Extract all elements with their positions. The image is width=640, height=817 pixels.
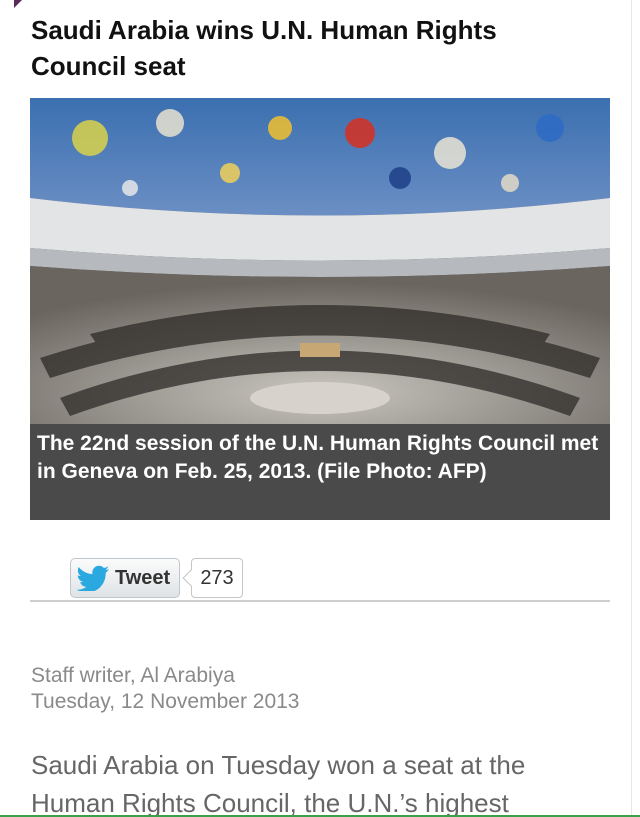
share-divider: [30, 600, 610, 602]
twitter-bird-icon: [77, 565, 109, 591]
byline-author: Staff writer, Al Arabiya: [31, 664, 235, 687]
share-row: Tweet 273: [70, 558, 243, 598]
corner-marker: [14, 0, 22, 8]
article-body: Saudi Arabia on Tuesday won a seat at th…: [31, 750, 526, 817]
photo-caption: The 22nd session of the U.N. Human Right…: [30, 424, 610, 520]
article-headline: Saudi Arabia wins U.N. Human Rights Coun…: [31, 15, 497, 81]
tweet-label: Tweet: [115, 566, 171, 589]
article-photo: [30, 98, 610, 424]
page-edge-rule: [631, 0, 632, 817]
byline: Staff writer, Al Arabiya Tuesday, 12 Nov…: [31, 663, 300, 715]
tweet-button[interactable]: Tweet: [70, 558, 180, 598]
tweet-count[interactable]: 273: [191, 558, 243, 598]
byline-date: Tuesday, 12 November 2013: [31, 690, 300, 713]
